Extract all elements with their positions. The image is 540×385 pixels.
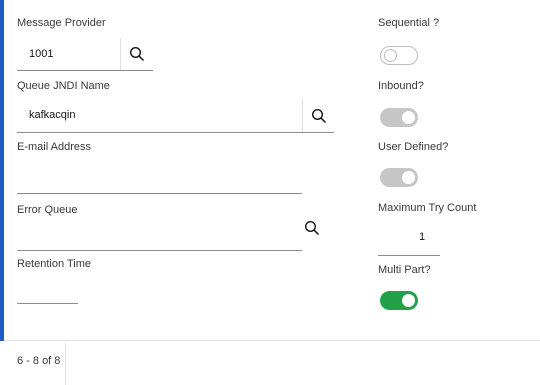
error-queue-label: Error Queue [17, 204, 78, 216]
pagination-range: 6 - 8 of 8 [17, 355, 61, 367]
user-defined-toggle[interactable] [380, 168, 418, 187]
queue-jndi-name-search-button[interactable] [303, 100, 335, 132]
error-queue-underline [17, 250, 302, 251]
toggle-knob [402, 294, 415, 307]
multi-part-toggle[interactable] [380, 291, 418, 310]
maximum-try-count-label: Maximum Try Count [378, 202, 477, 214]
message-provider-label: Message Provider [17, 17, 106, 29]
queue-jndi-name-underline [17, 132, 334, 133]
toggle-knob [384, 49, 397, 62]
search-icon [304, 220, 320, 236]
retention-time-label: Retention Time [17, 258, 91, 270]
error-queue-search-button[interactable] [296, 212, 328, 244]
maximum-try-count-input[interactable]: 1 [419, 231, 425, 243]
inbound-label: Inbound? [378, 80, 424, 92]
sequential-toggle[interactable] [380, 46, 418, 65]
pagination-divider [65, 343, 66, 385]
maximum-try-count-underline [378, 255, 440, 256]
search-icon [129, 46, 145, 62]
user-defined-label: User Defined? [378, 141, 449, 153]
left-accent-bar [0, 0, 4, 341]
email-address-underline [17, 193, 302, 194]
search-icon [311, 108, 327, 124]
retention-time-underline [17, 303, 78, 304]
queue-jndi-name-label: Queue JNDI Name [17, 80, 110, 92]
toggle-knob [402, 171, 415, 184]
queue-jndi-name-input[interactable]: kafkacqin [29, 109, 75, 121]
email-address-label: E-mail Address [17, 141, 91, 153]
message-provider-search-button[interactable] [121, 38, 153, 70]
message-provider-input[interactable]: 1001 [29, 48, 53, 60]
sequential-label: Sequential ? [378, 17, 440, 29]
multi-part-label: Multi Part? [378, 264, 431, 276]
inbound-toggle[interactable] [380, 108, 418, 127]
message-provider-underline [17, 70, 153, 71]
panel-bottom-border [4, 340, 540, 341]
toggle-knob [402, 111, 415, 124]
